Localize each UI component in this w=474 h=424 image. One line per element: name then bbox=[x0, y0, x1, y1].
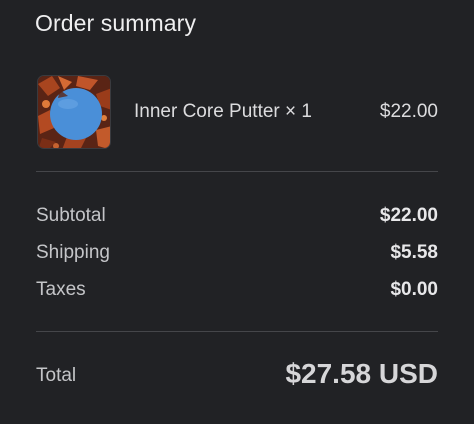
total-label: Total bbox=[36, 365, 77, 386]
shipping-row: Shipping $5.58 bbox=[36, 242, 438, 266]
shipping-label: Shipping bbox=[36, 242, 110, 263]
subtotal-value: $22.00 bbox=[379, 205, 438, 226]
taxes-value: $0.00 bbox=[390, 279, 438, 300]
line-item: Inner Core Putter × 1 $22.00 bbox=[37, 75, 438, 151]
product-image bbox=[38, 76, 110, 148]
disc-icon bbox=[50, 88, 102, 140]
subtotal-row: Subtotal $22.00 bbox=[36, 205, 438, 229]
shipping-value: $5.58 bbox=[390, 242, 438, 263]
order-summary-title: Order summary bbox=[35, 10, 197, 36]
subtotal-label: Subtotal bbox=[36, 205, 106, 226]
product-price: $22.00 bbox=[379, 101, 438, 122]
taxes-row: Taxes $0.00 bbox=[36, 279, 438, 303]
product-thumbnail bbox=[37, 75, 111, 149]
divider bbox=[36, 171, 438, 172]
divider bbox=[36, 331, 438, 332]
taxes-label: Taxes bbox=[36, 279, 86, 300]
total-value: $27.58 USD bbox=[285, 358, 438, 389]
product-name: Inner Core Putter × 1 bbox=[134, 101, 312, 122]
